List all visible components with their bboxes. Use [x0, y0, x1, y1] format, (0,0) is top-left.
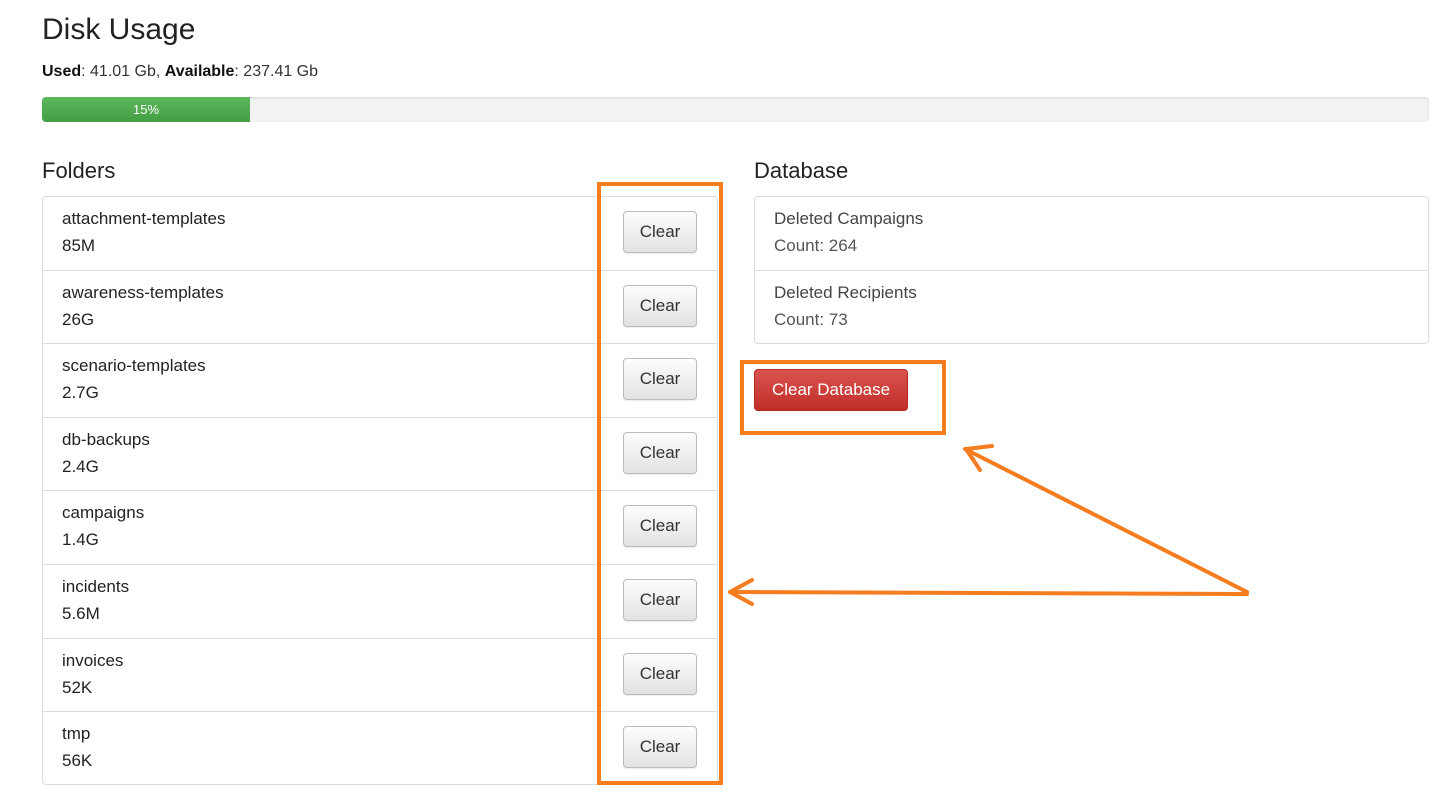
annotation-arrows	[728, 444, 1249, 606]
arrow-to-clear-buttons	[728, 590, 1249, 596]
arrow-to-clear-database	[963, 447, 1249, 594]
